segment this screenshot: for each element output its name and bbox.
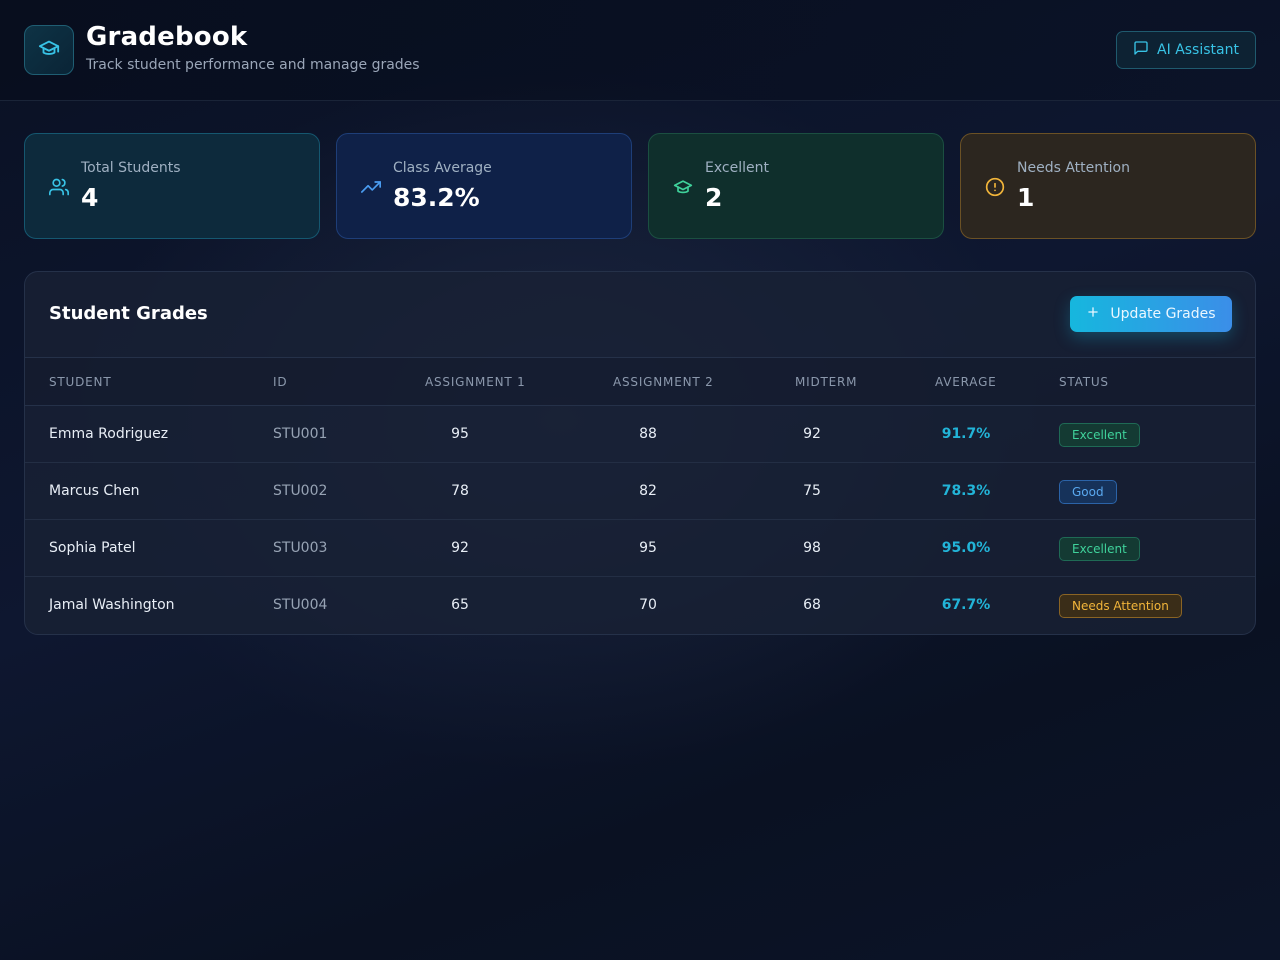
table-row[interactable]: Emma Rodriguez STU001 95 88 92 91.7% Exc… [25, 406, 1255, 463]
page-title: Gradebook [86, 22, 248, 52]
stat-label: Total Students [81, 160, 181, 176]
average-score: 91.7% [941, 426, 991, 442]
midterm-score: 68 [803, 597, 821, 613]
app-header: Gradebook Track student performance and … [0, 0, 1280, 101]
assignment-1-score: 95 [451, 426, 469, 442]
plus-icon [1086, 305, 1100, 323]
assignment-1-score: 65 [451, 597, 469, 613]
stat-card-total-students: Total Students 4 [24, 133, 320, 239]
stat-value: 2 [705, 183, 723, 212]
midterm-score: 75 [803, 483, 821, 499]
student-id: STU001 [273, 426, 328, 442]
status-badge: Excellent [1059, 423, 1140, 447]
users-icon [49, 177, 69, 197]
table-row[interactable]: Marcus Chen STU002 78 82 75 78.3% Good [25, 463, 1255, 520]
page-subtitle: Track student performance and manage gra… [86, 57, 420, 73]
student-grades-panel: Student Grades Update Grades STUDENT ID … [24, 271, 1256, 635]
midterm-score: 98 [803, 540, 821, 556]
assignment-2-score: 82 [639, 483, 657, 499]
stat-label: Excellent [705, 160, 769, 176]
stat-card-needs-attention: Needs Attention 1 [960, 133, 1256, 239]
assignment-2-score: 70 [639, 597, 657, 613]
status-badge: Good [1059, 480, 1117, 504]
stat-label: Needs Attention [1017, 160, 1130, 176]
status-badge: Excellent [1059, 537, 1140, 561]
average-score: 67.7% [941, 597, 991, 613]
assignment-2-score: 88 [639, 426, 657, 442]
student-name: Marcus Chen [49, 483, 140, 499]
assignment-1-score: 92 [451, 540, 469, 556]
ai-assistant-button[interactable]: AI Assistant [1116, 31, 1256, 69]
graduation-cap-icon [673, 177, 693, 197]
table-row[interactable]: Jamal Washington STU004 65 70 68 67.7% N… [25, 577, 1255, 634]
stat-value: 83.2% [393, 183, 480, 212]
status-badge: Needs Attention [1059, 594, 1182, 618]
grades-title: Student Grades [49, 303, 208, 324]
message-square-icon [1133, 40, 1149, 60]
trending-up-icon [361, 177, 381, 197]
column-header-average[interactable]: AVERAGE [935, 375, 997, 389]
stat-value: 1 [1017, 183, 1035, 212]
table-row[interactable]: Sophia Patel STU003 92 95 98 95.0% Excel… [25, 520, 1255, 577]
column-header-student[interactable]: STUDENT [49, 375, 111, 389]
update-grades-label: Update Grades [1110, 306, 1216, 322]
assignment-1-score: 78 [451, 483, 469, 499]
column-header-assignment-2[interactable]: ASSIGNMENT 2 [613, 375, 714, 389]
student-id: STU002 [273, 483, 328, 499]
student-id: STU003 [273, 540, 328, 556]
column-header-assignment-1[interactable]: ASSIGNMENT 1 [425, 375, 526, 389]
logo [24, 25, 74, 75]
stat-label: Class Average [393, 160, 492, 176]
update-grades-button[interactable]: Update Grades [1070, 296, 1232, 332]
assignment-2-score: 95 [639, 540, 657, 556]
student-name: Emma Rodriguez [49, 426, 169, 442]
stat-card-class-average: Class Average 83.2% [336, 133, 632, 239]
midterm-score: 92 [803, 426, 821, 442]
stat-card-excellent: Excellent 2 [648, 133, 944, 239]
column-header-midterm[interactable]: MIDTERM [795, 375, 857, 389]
column-header-id[interactable]: ID [273, 375, 287, 389]
average-score: 95.0% [941, 540, 991, 556]
alert-circle-icon [985, 177, 1005, 197]
graduation-cap-icon [38, 37, 60, 63]
student-name: Sophia Patel [49, 540, 136, 556]
ai-assistant-label: AI Assistant [1157, 42, 1239, 58]
student-id: STU004 [273, 597, 328, 613]
student-name: Jamal Washington [49, 597, 175, 613]
table-header: STUDENT ID ASSIGNMENT 1 ASSIGNMENT 2 MID… [25, 357, 1255, 406]
average-score: 78.3% [941, 483, 991, 499]
column-header-status[interactable]: STATUS [1059, 375, 1109, 389]
stat-value: 4 [81, 183, 99, 212]
